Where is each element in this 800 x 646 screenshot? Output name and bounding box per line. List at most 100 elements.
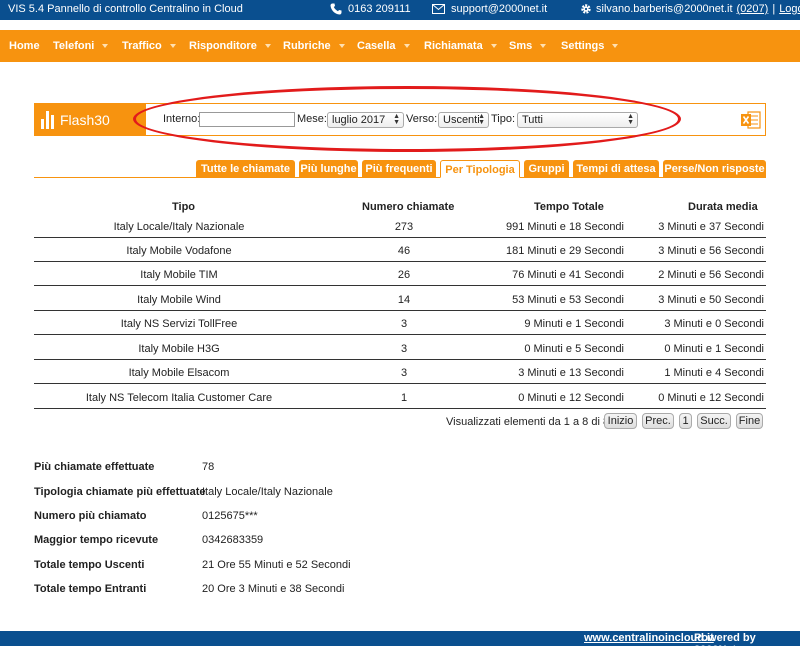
column-header-numero-chiamate[interactable]: Numero chiamate bbox=[362, 201, 454, 213]
tipo-label: Tipo: bbox=[491, 113, 516, 125]
excel-icon[interactable] bbox=[741, 111, 761, 129]
menu-settings[interactable]: Settings bbox=[561, 40, 619, 52]
interno-input[interactable] bbox=[199, 112, 295, 127]
table-row: Italy NS Telecom Italia Customer Care 1 … bbox=[34, 385, 766, 409]
menu-traffico[interactable]: Traffico bbox=[122, 40, 176, 52]
summary-label: Totale tempo Uscenti bbox=[34, 559, 145, 571]
pager-page-button[interactable]: 1 bbox=[679, 413, 692, 429]
tab-piu-frequenti[interactable]: Più frequenti bbox=[362, 160, 436, 178]
menu-label: Richiamata bbox=[424, 40, 483, 52]
cell-durata: 3 Minuti e 56 Secondi bbox=[658, 245, 764, 257]
chevron-down-icon bbox=[403, 44, 410, 48]
chevron-down-icon bbox=[102, 44, 109, 48]
filter-bar: Flash30 Interno: Mese: luglio 2017 ▲ ▼ Ve… bbox=[34, 103, 766, 136]
tab-perse-non-risposte[interactable]: Perse/Non risposte bbox=[663, 160, 766, 178]
updown-icon: ▲ ▼ bbox=[393, 113, 400, 126]
logout-link[interactable]: Logout bbox=[779, 3, 800, 15]
user-code-link[interactable]: (0207) bbox=[737, 3, 769, 15]
updown-icon: ▲ ▼ bbox=[627, 113, 634, 126]
user-info: silvano.barberis@2000net.it (0207) | Log… bbox=[580, 3, 800, 15]
chevron-down-icon bbox=[338, 44, 345, 48]
email-info: support@2000net.it bbox=[432, 3, 547, 15]
cell-tempo: 0 Minuti e 5 Secondi bbox=[524, 343, 624, 355]
summary-label: Tipologia chiamate più effettuate bbox=[34, 486, 206, 498]
menu-sms[interactable]: Sms bbox=[509, 40, 547, 52]
menu-label: Settings bbox=[561, 40, 605, 52]
cell-durata: 3 Minuti e 0 Secondi bbox=[664, 318, 764, 330]
interno-label: Interno: bbox=[163, 113, 201, 125]
verso-value: Uscenti bbox=[443, 114, 480, 126]
pager-last-button[interactable]: Fine bbox=[736, 413, 763, 429]
menu-casella[interactable]: Casella bbox=[357, 40, 410, 52]
cell-numero: 1 bbox=[400, 392, 408, 404]
table-row: Italy Mobile Wind 14 53 Minuti e 53 Seco… bbox=[34, 287, 766, 311]
cell-tipo: Italy Mobile H3G bbox=[138, 343, 220, 355]
tab-tempi-di-attesa[interactable]: Tempi di attesa bbox=[573, 160, 659, 178]
summary-label: Numero più chiamato bbox=[34, 510, 147, 522]
mese-select[interactable]: luglio 2017 ▲ ▼ bbox=[327, 112, 404, 128]
menu-label: Home bbox=[9, 40, 40, 52]
menu-label: Telefoni bbox=[53, 40, 95, 52]
bar-chart-icon bbox=[41, 110, 54, 129]
menu-rubriche[interactable]: Rubriche bbox=[283, 40, 345, 52]
column-header-tempo-totale[interactable]: Tempo Totale bbox=[534, 201, 604, 213]
menu-richiamata[interactable]: Richiamata bbox=[424, 40, 497, 52]
user-email: silvano.barberis@2000net.it bbox=[596, 3, 733, 15]
menu-label: Risponditore bbox=[189, 40, 257, 52]
cell-durata: 0 Minuti e 12 Secondi bbox=[658, 392, 764, 404]
verso-label: Verso: bbox=[406, 113, 438, 125]
updown-icon: ▲ ▼ bbox=[478, 113, 485, 126]
pager-info: Visualizzati elementi da 1 a 8 di 8 bbox=[446, 416, 610, 428]
mese-value: luglio 2017 bbox=[332, 114, 386, 126]
column-header-tipo[interactable]: Tipo bbox=[172, 201, 195, 213]
column-header-durata-media[interactable]: Durata media bbox=[688, 201, 758, 213]
support-email: support@2000net.it bbox=[451, 3, 548, 15]
menu-telefoni[interactable]: Telefoni bbox=[53, 40, 109, 52]
powered-by: Powered by 2000Net bbox=[694, 632, 756, 646]
phone-number: 0163 209111 bbox=[348, 3, 411, 15]
pager-first-button[interactable]: Inizio bbox=[604, 413, 637, 429]
tipo-select[interactable]: Tutti ▲ ▼ bbox=[517, 112, 638, 128]
table-row: Italy Locale/Italy Nazionale 273 991 Min… bbox=[34, 214, 766, 238]
verso-select[interactable]: Uscenti ▲ ▼ bbox=[438, 112, 489, 128]
cell-tipo: Italy Mobile Wind bbox=[137, 294, 221, 306]
summary-value: 78 bbox=[202, 461, 215, 473]
gear-icon[interactable] bbox=[580, 3, 592, 15]
main-menu: Home Telefoni Traffico Risponditore Rubr… bbox=[0, 30, 800, 62]
chevron-down-icon bbox=[264, 44, 271, 48]
menu-label: Casella bbox=[357, 40, 396, 52]
footer: www.centralinoincloud.it Powered by 2000… bbox=[0, 631, 800, 646]
cell-tempo: 76 Minuti e 41 Secondi bbox=[512, 269, 624, 281]
tab-tutte-le-chiamate[interactable]: Tutte le chiamate bbox=[196, 160, 295, 178]
menu-home[interactable]: Home bbox=[9, 40, 40, 52]
table-row: Italy Mobile Elsacom 3 3 Minuti e 13 Sec… bbox=[34, 360, 766, 384]
menu-label: Sms bbox=[509, 40, 533, 52]
cell-durata: 0 Minuti e 1 Secondi bbox=[664, 343, 764, 355]
chevron-down-icon bbox=[169, 44, 176, 48]
cell-durata: 1 Minuti e 4 Secondi bbox=[664, 367, 764, 379]
tab-per-tipologia[interactable]: Per Tipologia bbox=[440, 160, 520, 178]
summary-value: 21 Ore 55 Minuti e 52 Secondi bbox=[202, 559, 351, 571]
cell-tempo: 9 Minuti e 1 Secondi bbox=[524, 318, 624, 330]
cell-durata: 2 Minuti e 56 Secondi bbox=[658, 269, 764, 281]
cell-numero: 3 bbox=[400, 318, 408, 330]
table-row: Italy Mobile Vodafone 46 181 Minuti e 29… bbox=[34, 238, 766, 262]
mail-icon bbox=[432, 4, 445, 14]
summary-label: Più chiamate effettuate bbox=[34, 461, 155, 473]
pager-prev-button[interactable]: Prec. bbox=[642, 413, 674, 429]
menu-label: Rubriche bbox=[283, 40, 331, 52]
cell-numero: 46 bbox=[397, 245, 411, 257]
cell-tempo: 181 Minuti e 29 Secondi bbox=[505, 245, 624, 257]
pager-next-button[interactable]: Succ. bbox=[697, 413, 731, 429]
tab-gruppi[interactable]: Gruppi bbox=[524, 160, 569, 178]
separator: | bbox=[772, 3, 776, 15]
cell-tempo: 991 Minuti e 18 Secondi bbox=[505, 221, 624, 233]
tab-piu-lunghe[interactable]: Più lunghe bbox=[299, 160, 358, 178]
chevron-down-icon bbox=[490, 44, 497, 48]
phone-info: 0163 209111 bbox=[330, 3, 411, 15]
top-bar: VIS 5.4 Pannello di controllo Centralino… bbox=[0, 0, 800, 20]
menu-risponditore[interactable]: Risponditore bbox=[189, 40, 271, 52]
cell-numero: 14 bbox=[397, 294, 411, 306]
app-title: VIS 5.4 Pannello di controllo Centralino… bbox=[8, 3, 243, 15]
phone-icon bbox=[330, 3, 342, 15]
